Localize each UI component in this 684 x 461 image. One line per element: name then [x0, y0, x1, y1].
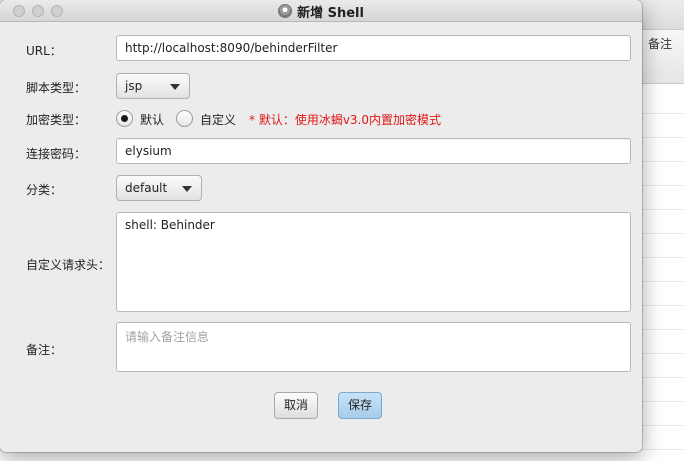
category-label: 分类： [26, 183, 63, 197]
chevron-down-icon [170, 84, 180, 90]
category-select[interactable]: default [116, 175, 202, 201]
script-type-select[interactable]: jsp [116, 73, 190, 99]
radio-selected-dot [121, 115, 128, 122]
column-header-remark[interactable]: 备注 [641, 32, 684, 56]
title-group: 新增 Shell [0, 0, 642, 22]
remark-label: 备注： [26, 343, 63, 357]
radio-custom-label[interactable]: 自定义 [200, 111, 236, 128]
cancel-button[interactable]: 取消 [274, 392, 318, 419]
radio-default-label[interactable]: 默认 [140, 111, 164, 128]
radio-default-encryption[interactable] [116, 110, 133, 127]
password-input[interactable]: elysium [116, 138, 631, 164]
script-type-label: 脚本类型： [26, 81, 87, 95]
custom-headers-textarea[interactable]: shell: Behinder [116, 212, 631, 312]
encryption-hint: * 默认：使用冰蝎v3.0内置加密模式 [249, 113, 442, 127]
custom-headers-label: 自定义请求头： [26, 258, 111, 272]
url-label: URL： [26, 44, 62, 58]
globe-icon [278, 4, 293, 18]
chevron-down-icon [182, 186, 192, 192]
encryption-type-label: 加密类型： [26, 113, 87, 127]
script-type-value: jsp [125, 79, 143, 93]
radio-custom-encryption[interactable] [176, 110, 193, 127]
category-value: default [125, 181, 168, 195]
url-input[interactable]: http://localhost:8090/behinderFilter [116, 35, 631, 61]
add-shell-dialog: 新增 Shell URL： http://localhost:8090/behi… [0, 0, 642, 452]
dialog-title: 新增 Shell [297, 5, 364, 21]
password-label: 连接密码： [26, 147, 87, 161]
dialog-titlebar[interactable]: 新增 Shell [0, 0, 642, 22]
save-button[interactable]: 保存 [338, 392, 382, 419]
remark-textarea[interactable]: 请输入备注信息 [116, 322, 631, 372]
